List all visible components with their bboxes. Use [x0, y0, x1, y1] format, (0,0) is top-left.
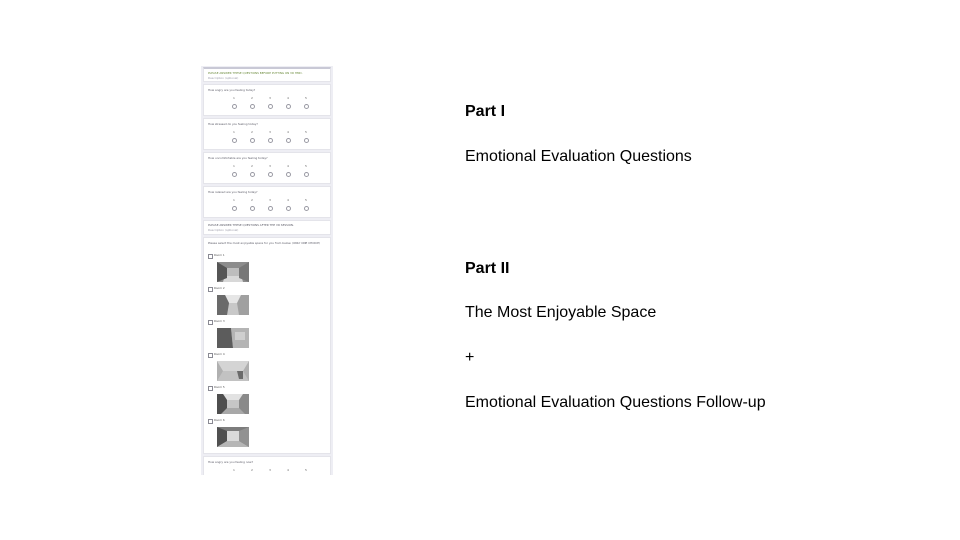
rating-radio[interactable]	[250, 138, 255, 143]
room-6-image	[217, 427, 249, 447]
scale-label: 2	[251, 198, 253, 202]
form-header-card: PLEASE ANSWER THESE QUESTIONS BEFORE PUT…	[203, 67, 331, 82]
room-label: Room 6	[214, 418, 225, 422]
question-text: How uncomfortable are you feeling today?	[208, 156, 268, 160]
rating-scale: 1 2 3 4 5	[224, 164, 324, 180]
question-card-2: How stressed do you feeling today? 1 2 3…	[203, 118, 331, 150]
scale-label: 3	[269, 164, 271, 168]
scale-label: 5	[305, 130, 307, 134]
rating-scale: 1 2 3 4 5	[224, 468, 324, 475]
room-label: Room 2	[214, 286, 225, 290]
rating-radio[interactable]	[232, 206, 237, 211]
followup-question-card: How angry are you feeling now? 1 2 3 4 5	[203, 456, 331, 475]
part1-text: Emotional Evaluation Questions	[465, 148, 692, 165]
room-label: Room 1	[214, 253, 225, 257]
question-text: How angry are you feeling today?	[208, 88, 256, 92]
scale-label: 1	[233, 198, 235, 202]
rating-radio[interactable]	[250, 172, 255, 177]
scale-label: 4	[287, 198, 289, 202]
survey-form-screenshot: PLEASE ANSWER THESE QUESTIONS BEFORE PUT…	[201, 66, 333, 475]
scale-label: 5	[305, 468, 307, 472]
room-checkbox[interactable]	[208, 386, 213, 391]
rating-radio[interactable]	[268, 206, 273, 211]
rating-radio[interactable]	[286, 104, 291, 109]
scale-label: 4	[287, 164, 289, 168]
rating-scale: 1 2 3 4 5	[224, 130, 324, 146]
scale-label: 1	[233, 96, 235, 100]
scale-label: 1	[233, 164, 235, 168]
room-choice-card: Please select the most enjoyable space f…	[203, 237, 331, 454]
scale-label: 4	[287, 96, 289, 100]
rating-radio[interactable]	[286, 206, 291, 211]
scale-label: 5	[305, 96, 307, 100]
rating-radio[interactable]	[304, 104, 309, 109]
rating-radio[interactable]	[268, 172, 273, 177]
rating-radio[interactable]	[304, 172, 309, 177]
rating-radio[interactable]	[268, 104, 273, 109]
scale-label: 3	[269, 468, 271, 472]
question-card-3: How uncomfortable are you feeling today?…	[203, 152, 331, 184]
scale-label: 4	[287, 468, 289, 472]
rating-scale: 1 2 3 4 5	[224, 198, 324, 214]
question-text: How stressed do you feeling today?	[208, 122, 258, 126]
rating-radio[interactable]	[304, 206, 309, 211]
room-label: Room 4	[214, 352, 225, 356]
scale-label: 3	[269, 198, 271, 202]
choice-question-text: Please select the most enjoyable space f…	[208, 241, 321, 245]
part2-line2: Emotional Evaluation Questions Follow-up	[465, 394, 766, 411]
scale-label: 1	[233, 130, 235, 134]
room-label: Room 5	[214, 385, 225, 389]
question-text: How relaxed are you feeling today?	[208, 190, 258, 194]
room-checkbox[interactable]	[208, 287, 213, 292]
scale-label: 5	[305, 164, 307, 168]
rating-scale: 1 2 3 4 5	[224, 96, 324, 112]
rating-radio[interactable]	[232, 172, 237, 177]
scale-label: 2	[251, 468, 253, 472]
room-4-image	[217, 361, 249, 381]
room-2-image	[217, 295, 249, 315]
room-3-image	[217, 328, 249, 348]
followup-question-text: How angry are you feeling now?	[208, 460, 254, 464]
room-checkbox[interactable]	[208, 353, 213, 358]
rating-radio[interactable]	[268, 138, 273, 143]
rating-radio[interactable]	[286, 138, 291, 143]
room-1-image	[217, 262, 249, 282]
room-checkbox[interactable]	[208, 419, 213, 424]
room-label: Room 3	[214, 319, 225, 323]
scale-label: 1	[233, 468, 235, 472]
section-hint: Description (optional)	[208, 228, 239, 232]
section-title: PLEASE ANSWER THESE QUESTIONS AFTER THE …	[208, 223, 294, 227]
section-header-card: PLEASE ANSWER THESE QUESTIONS AFTER THE …	[203, 220, 331, 235]
rating-radio[interactable]	[250, 104, 255, 109]
rating-radio[interactable]	[232, 104, 237, 109]
part2-line1: The Most Enjoyable Space	[465, 304, 657, 321]
form-header-title: PLEASE ANSWER THESE QUESTIONS BEFORE PUT…	[208, 71, 303, 75]
rating-radio[interactable]	[250, 206, 255, 211]
part2-plus: +	[465, 349, 475, 366]
room-checkbox[interactable]	[208, 320, 213, 325]
rating-radio[interactable]	[232, 138, 237, 143]
question-card-4: How relaxed are you feeling today? 1 2 3…	[203, 186, 331, 218]
rating-radio[interactable]	[304, 138, 309, 143]
room-checkbox[interactable]	[208, 254, 213, 259]
scale-label: 3	[269, 96, 271, 100]
rating-radio[interactable]	[286, 172, 291, 177]
scale-label: 2	[251, 96, 253, 100]
scale-label: 4	[287, 130, 289, 134]
scale-label: 2	[251, 164, 253, 168]
question-card-1: How angry are you feeling today? 1 2 3 4…	[203, 84, 331, 116]
form-header-hint: Description (optional)	[208, 76, 239, 80]
room-5-image	[217, 394, 249, 414]
part1-heading: Part I	[465, 103, 506, 120]
scale-label: 3	[269, 130, 271, 134]
part2-heading: Part II	[465, 260, 510, 277]
scale-label: 2	[251, 130, 253, 134]
scale-label: 5	[305, 198, 307, 202]
